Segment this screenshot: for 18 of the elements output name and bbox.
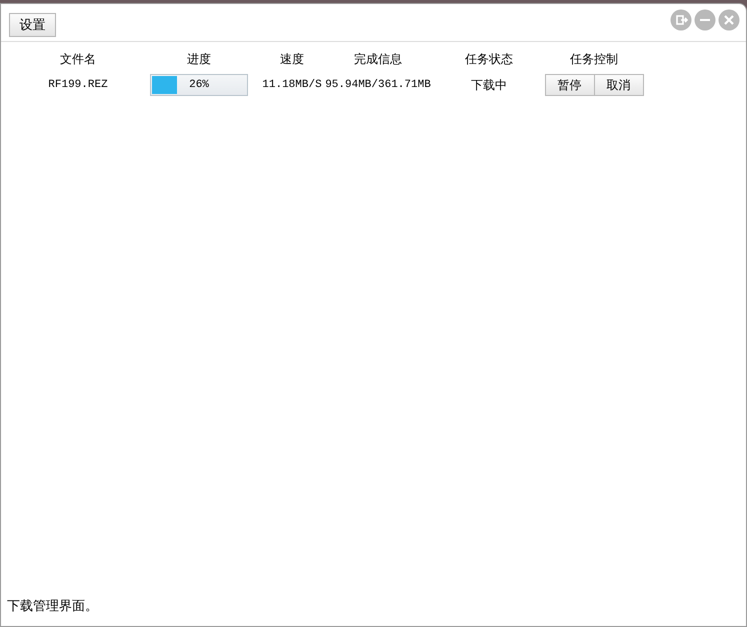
status-text: 下载管理界面。 bbox=[6, 596, 98, 614]
settings-button[interactable]: 设置 bbox=[9, 12, 56, 36]
file-name: RF199.REZ bbox=[48, 78, 108, 93]
column-header: 速度 bbox=[280, 51, 304, 68]
control-button[interactable]: 取消 bbox=[594, 74, 644, 96]
size-info: 95.94MB/361.71MB bbox=[325, 78, 431, 93]
control-button[interactable]: 暂停 bbox=[544, 74, 594, 96]
close-icon[interactable] bbox=[718, 8, 740, 30]
column-header: 完成信息 bbox=[354, 51, 402, 68]
column-header: 文件名 bbox=[60, 51, 96, 68]
status-text: 下载中 bbox=[471, 77, 507, 94]
column-header: 进度 bbox=[187, 51, 211, 68]
speed-text: 11.18MB/S bbox=[262, 78, 322, 93]
minimize-icon[interactable] bbox=[694, 8, 716, 30]
exit-icon[interactable] bbox=[670, 8, 692, 30]
column-header: 任务控制 bbox=[570, 51, 618, 68]
progress-percent: 26% bbox=[188, 78, 210, 93]
column-header: 任务状态 bbox=[465, 51, 513, 68]
